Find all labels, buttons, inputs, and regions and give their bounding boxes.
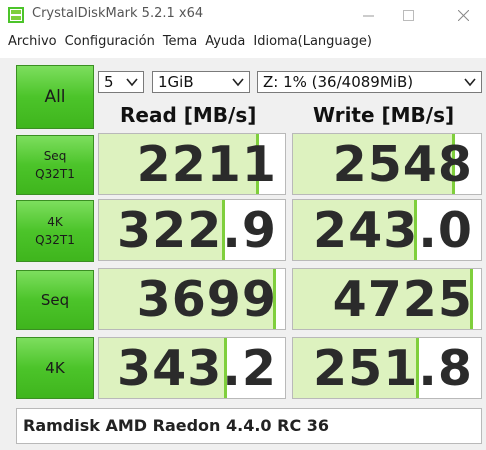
test-label-line2: Q32T1 bbox=[35, 167, 75, 181]
comment-field[interactable]: Ramdisk AMD Raedon 4.4.0 RC 36 bbox=[16, 408, 482, 444]
drive-select[interactable]: Z: 1% (36/4089MiB) bbox=[257, 71, 482, 93]
menu-ayuda[interactable]: Ayuda bbox=[205, 32, 245, 56]
read-value: 343.2 bbox=[117, 340, 277, 397]
maximize-button[interactable] bbox=[385, 0, 431, 30]
read-result-4k-q32t1: 322.9 bbox=[98, 199, 286, 261]
minimize-icon bbox=[362, 15, 374, 16]
close-icon bbox=[457, 9, 469, 21]
chevron-down-icon bbox=[232, 78, 244, 87]
seq-q32t1-button[interactable]: Seq Q32T1 bbox=[16, 135, 94, 195]
test-count-select[interactable]: 5 bbox=[98, 71, 144, 93]
app-icon bbox=[8, 7, 24, 23]
all-button-label: All bbox=[44, 87, 66, 107]
read-result-4k: 343.2 bbox=[98, 337, 286, 399]
read-result-seq: 3699 bbox=[98, 268, 286, 330]
chevron-down-icon bbox=[464, 78, 476, 87]
menu-archivo[interactable]: Archivo bbox=[8, 32, 57, 56]
write-result-seq: 4725 bbox=[292, 268, 482, 330]
write-value: 2548 bbox=[332, 136, 473, 193]
menu-bar: Archivo Configuración Tema Ayuda Idioma(… bbox=[0, 32, 486, 56]
all-button[interactable]: All bbox=[16, 65, 94, 129]
4k-q32t1-button[interactable]: 4K Q32T1 bbox=[16, 200, 94, 262]
read-value: 3699 bbox=[136, 271, 277, 328]
test-label-line1: 4K bbox=[45, 359, 65, 377]
write-result-seq-q32t1: 2548 bbox=[292, 133, 482, 195]
menu-idioma[interactable]: Idioma(Language) bbox=[253, 32, 372, 56]
4k-button[interactable]: 4K bbox=[16, 337, 94, 399]
write-result-4k-q32t1: 243.0 bbox=[292, 199, 482, 261]
chevron-down-icon bbox=[126, 78, 138, 87]
write-value: 251.8 bbox=[313, 340, 473, 397]
read-column-header: Read [MB/s] bbox=[120, 103, 257, 127]
test-label-line1: Seq bbox=[43, 149, 67, 163]
test-count-value: 5 bbox=[104, 73, 114, 91]
read-value: 2211 bbox=[136, 136, 277, 193]
title-bar: CrystalDiskMark 5.2.1 x64 bbox=[0, 0, 486, 30]
drive-value: Z: 1% (36/4089MiB) bbox=[263, 73, 414, 91]
seq-button[interactable]: Seq bbox=[16, 270, 94, 330]
write-column-header: Write [MB/s] bbox=[313, 103, 455, 127]
test-size-value: 1GiB bbox=[158, 73, 194, 91]
window-title: CrystalDiskMark 5.2.1 x64 bbox=[32, 6, 204, 21]
test-label-line1: 4K bbox=[47, 215, 63, 229]
close-button[interactable] bbox=[440, 0, 486, 30]
read-value: 322.9 bbox=[117, 202, 277, 259]
test-label-line1: Seq bbox=[40, 291, 70, 309]
test-size-select[interactable]: 1GiB bbox=[152, 71, 250, 93]
test-label-line2: Q32T1 bbox=[35, 233, 75, 247]
write-result-4k: 251.8 bbox=[292, 337, 482, 399]
write-value: 243.0 bbox=[313, 202, 473, 259]
read-result-seq-q32t1: 2211 bbox=[98, 133, 286, 195]
write-value: 4725 bbox=[332, 271, 473, 328]
menu-configuracion[interactable]: Configuración bbox=[65, 32, 155, 56]
menu-tema[interactable]: Tema bbox=[163, 32, 197, 56]
maximize-icon bbox=[402, 9, 414, 21]
